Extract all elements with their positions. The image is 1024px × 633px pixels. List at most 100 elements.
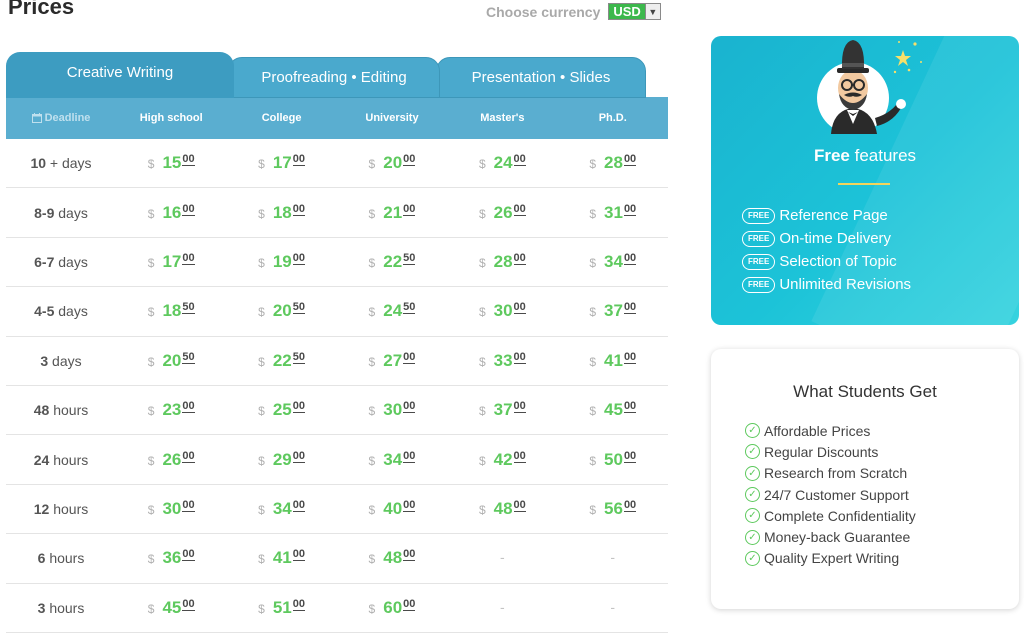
price-cents: 50 [403, 251, 416, 265]
price-cell[interactable]: $56 00 [558, 499, 668, 519]
price-cell[interactable]: $41 00 [226, 548, 336, 568]
price-cell[interactable]: $24 50 [337, 301, 447, 321]
price-whole: 16 [162, 202, 182, 222]
price-cell[interactable]: $37 00 [558, 301, 668, 321]
price-cell: - [558, 599, 668, 617]
table-row: 4-5 days $18 50 $20 50 $24 50 $30 00 $37 00 [6, 287, 668, 337]
price-cell[interactable]: $23 00 [116, 400, 226, 420]
price: $24 50 [369, 301, 416, 321]
price-cell[interactable]: $27 00 [337, 351, 447, 371]
price: $34 00 [258, 499, 306, 519]
price-whole: 26 [162, 449, 182, 469]
list-item: ✓ Affordable Prices [745, 420, 916, 441]
price-cell[interactable]: $24 00 [447, 153, 557, 173]
price: $18 00 [258, 203, 306, 223]
price-cell[interactable]: $40 00 [337, 499, 447, 519]
price-cell[interactable]: $33 00 [447, 351, 557, 371]
tab-presentation-slides[interactable]: Presentation • Slides [436, 57, 646, 98]
price: $22 50 [369, 252, 416, 272]
price-cell[interactable]: $34 00 [558, 252, 668, 272]
price-cell[interactable]: $31 00 [558, 203, 668, 223]
price-cell[interactable]: $22 50 [226, 351, 336, 371]
price-cell[interactable]: $15 00 [116, 153, 226, 173]
price-cell[interactable]: $20 00 [337, 153, 447, 173]
price-whole: 28 [604, 153, 623, 173]
price-cell[interactable]: $20 50 [226, 301, 336, 321]
currency-symbol: $ [478, 502, 486, 517]
price-cell[interactable]: $42 00 [447, 450, 557, 470]
price-cell[interactable]: $29 00 [226, 450, 336, 470]
price-cell[interactable]: $48 00 [447, 499, 557, 519]
deadline-cell: 24 hours [6, 452, 116, 468]
price-cell: - [447, 599, 557, 617]
price-cents: 00 [182, 153, 195, 167]
price-cell[interactable]: $30 00 [337, 400, 447, 420]
price: $41 00 [258, 548, 306, 568]
feature-label: Selection of Topic [779, 253, 897, 270]
table-row: 6-7 days $17 00 $19 00 $22 50 $28 00 $34 00 [6, 238, 668, 288]
free-features-list: FREE Reference Page FREE On-time Delivery FR… [742, 204, 911, 296]
price-whole: 28 [493, 251, 513, 271]
price-cell[interactable]: $18 50 [116, 301, 226, 321]
price-cell[interactable]: $34 00 [337, 450, 447, 470]
price-cell[interactable]: $60 00 [337, 598, 447, 618]
price-cell[interactable]: $41 00 [558, 351, 668, 371]
price: $60 00 [369, 598, 416, 618]
currency-symbol: $ [368, 453, 376, 468]
price-cell[interactable]: $34 00 [226, 499, 336, 519]
price-cell[interactable]: $37 00 [447, 400, 557, 420]
price-cell[interactable]: $30 00 [116, 499, 226, 519]
price-cents: 00 [182, 202, 195, 216]
price-cell[interactable]: $21 00 [337, 203, 447, 223]
price-cell[interactable]: $20 50 [116, 351, 226, 371]
price-cell[interactable]: $19 00 [226, 252, 336, 272]
currency-symbol: $ [258, 157, 265, 172]
table-body: 10 + days $15 00 $17 00 $20 00 $24 00 $28 00 8-9 da… [6, 139, 668, 633]
price-cell[interactable]: $26 00 [447, 203, 557, 223]
tab-creative-writing[interactable]: Creative Writing [6, 52, 234, 98]
deadline-unit: days [54, 204, 88, 221]
price: $28 00 [479, 252, 526, 272]
price-whole: 30 [383, 400, 403, 420]
price-cell[interactable]: $51 00 [226, 598, 336, 618]
deadline-cell: 3 days [6, 353, 116, 369]
price-cell[interactable]: $28 00 [558, 153, 668, 173]
currency-symbol: $ [147, 157, 155, 172]
price-cell[interactable]: $18 00 [226, 203, 336, 223]
currency-dropdown[interactable]: USD ▼ [608, 3, 661, 20]
feature-label: Unlimited Revisions [779, 276, 912, 293]
price: $30 00 [479, 301, 526, 321]
price-whole: 56 [604, 498, 623, 518]
price-whole: 25 [272, 400, 292, 420]
price-whole: 15 [162, 153, 182, 173]
price-cell[interactable]: $30 00 [447, 301, 557, 321]
deadline-unit: hours [49, 500, 89, 517]
tab-proofreading-editing[interactable]: Proofreading • Editing [228, 57, 440, 98]
price-cell[interactable]: $17 00 [226, 153, 336, 173]
currency-symbol: $ [368, 502, 376, 517]
free-badge: FREE [742, 253, 776, 270]
price-table: Deadline High school College University … [6, 97, 668, 633]
price: $30 00 [148, 499, 195, 519]
price-cell[interactable]: $22 50 [337, 252, 447, 272]
price-cents: 00 [403, 449, 416, 463]
price-cell[interactable]: $25 00 [226, 400, 336, 420]
price-cell[interactable]: $48 00 [337, 548, 447, 568]
students-title: What Students Get [793, 382, 937, 401]
price-cell[interactable]: $16 00 [116, 203, 226, 223]
price-cell[interactable]: $26 00 [116, 450, 226, 470]
price: $28 00 [589, 153, 637, 173]
price-cents: 00 [513, 202, 526, 216]
feature-label: On-time Delivery [779, 230, 892, 247]
price-cell[interactable]: $45 00 [558, 400, 668, 420]
price: $33 00 [479, 351, 526, 371]
price-cell[interactable]: $36 00 [116, 548, 226, 568]
currency-symbol: $ [478, 404, 486, 419]
price-cell[interactable]: $17 00 [116, 252, 226, 272]
price-cell[interactable]: $28 00 [447, 252, 557, 272]
check-circle-icon: ✓ [745, 423, 760, 439]
price: $45 00 [148, 598, 195, 618]
price-cell[interactable]: $50 00 [558, 450, 668, 470]
price-cell[interactable]: $45 00 [116, 598, 226, 618]
price-whole: 37 [604, 301, 623, 321]
